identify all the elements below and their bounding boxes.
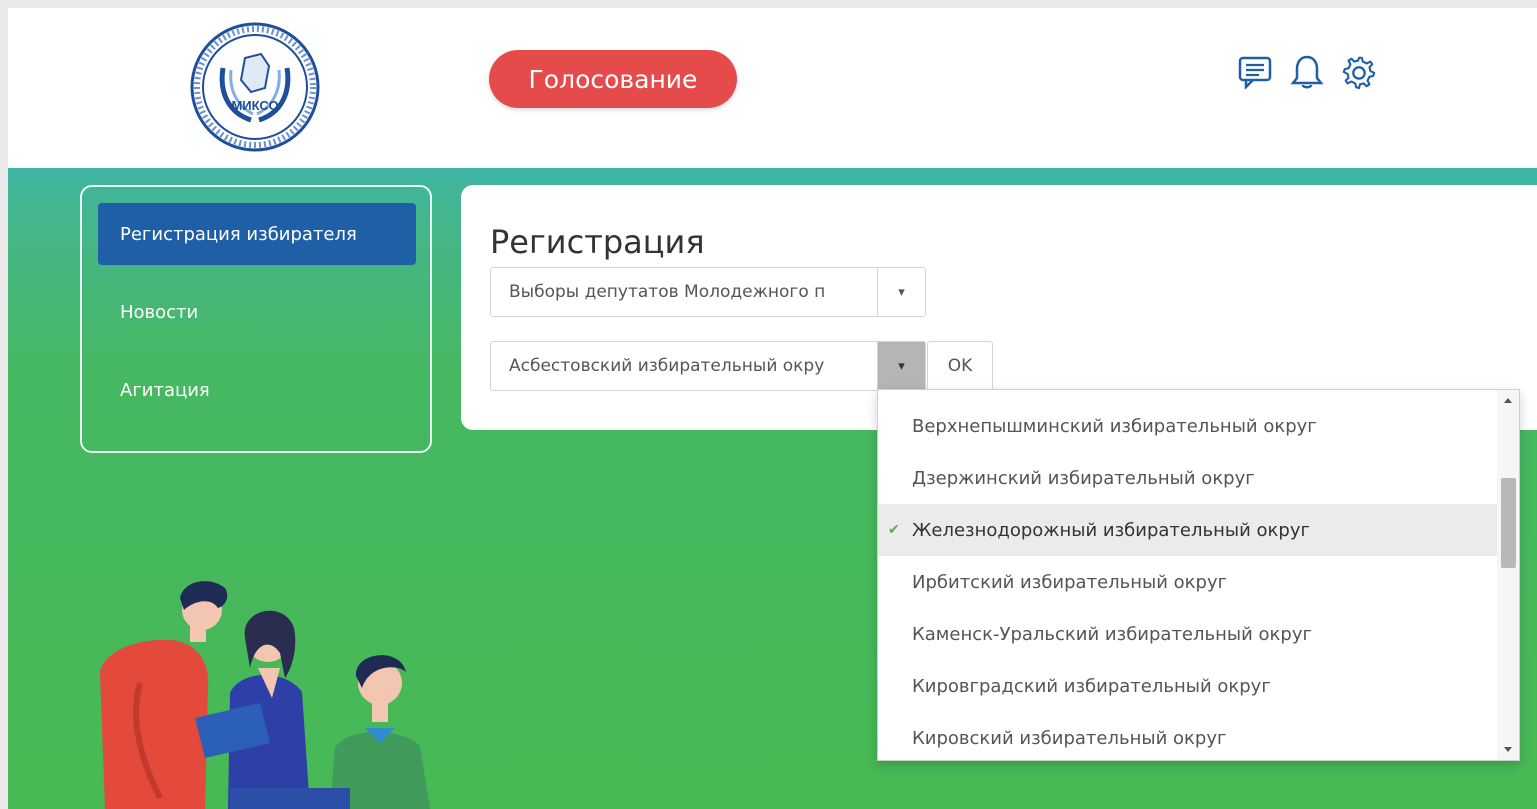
scroll-down-icon[interactable] — [1504, 747, 1512, 752]
list-item[interactable]: Дзержинский избирательный округ — [878, 452, 1498, 504]
list-item-label: Кировградский избирательный округ — [912, 675, 1271, 697]
chat-icon[interactable] — [1236, 52, 1274, 92]
list-item[interactable]: Кировский избирательный округ — [878, 712, 1498, 760]
sidebar-item-label: Регистрация избирателя — [120, 223, 357, 245]
sidebar-item-agitation[interactable]: Агитация — [98, 359, 416, 421]
scrollbar-thumb[interactable] — [1501, 478, 1516, 568]
dropdown-scrollbar[interactable] — [1497, 390, 1519, 760]
list-item-label: Железнодорожный избирательный округ — [912, 519, 1310, 541]
people-illustration — [80, 568, 460, 809]
list-item[interactable]: Верхнепышминский избирательный округ — [878, 400, 1498, 452]
district-dropdown-list[interactable]: Верхнепышминский избирательный округ Дзе… — [877, 389, 1520, 761]
logo-emblem: МИКСО — [190, 22, 320, 152]
list-item[interactable]: Кировградский избирательный округ — [878, 660, 1498, 712]
sidebar-item-label: Агитация — [120, 379, 210, 401]
election-select[interactable]: Выборы депутатов Молодежного п ▾ — [490, 267, 926, 317]
list-item-label: Кировский избирательный округ — [912, 727, 1227, 749]
list-item-label: Каменск-Уральский избирательный округ — [912, 623, 1312, 645]
list-item-selected[interactable]: ✔ Железнодорожный избирательный округ — [878, 504, 1498, 556]
mikso-logo[interactable]: МИКСО — [189, 18, 321, 156]
app-frame: МИКСО Голосование Регистрация избирателя… — [8, 8, 1537, 809]
page-title: Регистрация — [490, 223, 705, 261]
gear-icon[interactable] — [1340, 52, 1378, 92]
election-select-value: Выборы депутатов Молодежного п — [509, 282, 826, 302]
teal-stripe — [8, 168, 1537, 180]
vote-button[interactable]: Голосование — [489, 50, 737, 108]
header-icons — [1236, 52, 1378, 92]
chevron-down-icon[interactable]: ▾ — [877, 342, 925, 390]
sidebar-item-voter-registration[interactable]: Регистрация избирателя — [98, 203, 416, 265]
list-item[interactable]: Ирбитский избирательный округ — [878, 556, 1498, 608]
scroll-up-icon[interactable] — [1504, 398, 1512, 403]
sidebar: Регистрация избирателя Новости Агитация — [80, 185, 432, 453]
ok-button[interactable]: OK — [927, 341, 993, 391]
header: МИКСО Голосование — [8, 8, 1537, 168]
chevron-down-icon[interactable]: ▾ — [877, 268, 925, 316]
district-select[interactable]: Асбестовский избирательный окру ▾ — [490, 341, 926, 391]
list-item-label: Верхнепышминский избирательный округ — [912, 415, 1317, 437]
logo-text: МИКСО — [231, 98, 278, 113]
list-item-label: Ирбитский избирательный округ — [912, 571, 1228, 593]
list-item[interactable]: Каменск-Уральский избирательный округ — [878, 608, 1498, 660]
sidebar-item-label: Новости — [120, 301, 199, 323]
sidebar-item-news[interactable]: Новости — [98, 281, 416, 343]
bell-icon[interactable] — [1288, 52, 1326, 92]
list-item-label: Дзержинский избирательный округ — [912, 467, 1255, 489]
check-icon: ✔ — [888, 522, 900, 538]
district-select-value: Асбестовский избирательный окру — [509, 356, 825, 376]
